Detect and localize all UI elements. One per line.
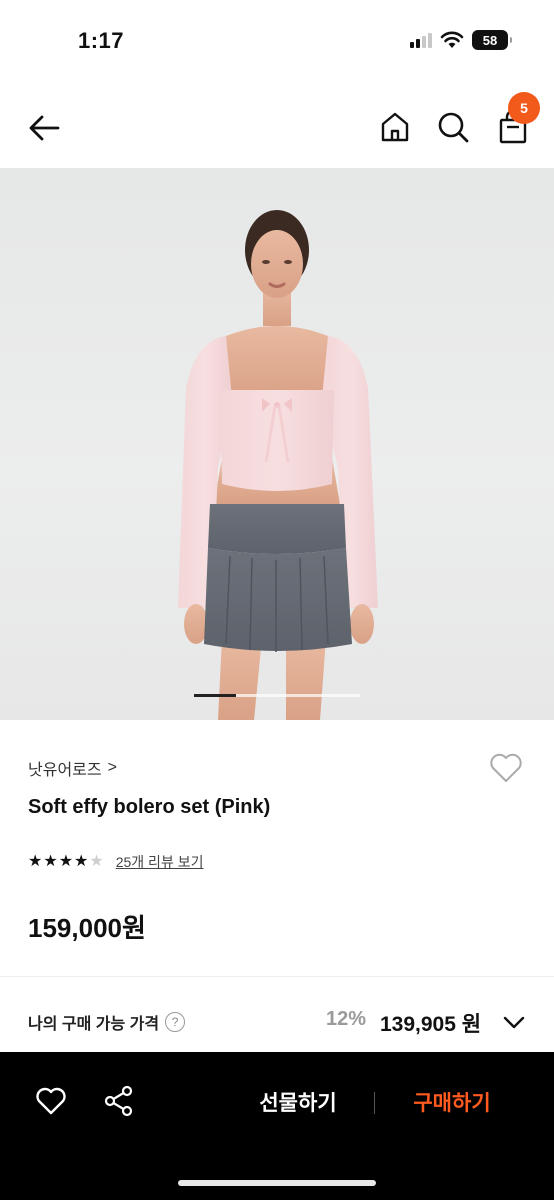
bottom-action-bar: 선물하기 구매하기 bbox=[0, 1052, 554, 1200]
product-title: Soft effy bolero set (Pink) bbox=[28, 796, 271, 818]
star-icon: ★ bbox=[28, 853, 43, 870]
share-icon[interactable] bbox=[102, 1084, 136, 1118]
home-indicator bbox=[178, 1180, 376, 1186]
my-price-row[interactable]: 나의 구매 가능 가격 ? 12% 139,905 원 bbox=[0, 990, 554, 1052]
discount-rate: 12% bbox=[326, 1008, 367, 1030]
product-image[interactable] bbox=[0, 168, 554, 720]
buy-button[interactable]: 구매하기 bbox=[392, 1082, 512, 1122]
help-icon[interactable]: ? bbox=[165, 1012, 186, 1032]
status-icons: 58 bbox=[410, 30, 512, 50]
star-icon: ★ bbox=[43, 853, 58, 870]
heart-icon[interactable] bbox=[34, 1084, 68, 1118]
review-link[interactable]: 25개 리뷰 보기 bbox=[116, 852, 204, 872]
my-price-label-group: 나의 구매 가능 가격 ? bbox=[28, 1010, 186, 1034]
gift-button[interactable]: 선물하기 bbox=[238, 1082, 358, 1122]
rating-stars: ★ ★ ★ ★ ★ bbox=[28, 854, 104, 870]
wishlist-heart-icon[interactable] bbox=[486, 748, 526, 788]
product-price: 159,000원 bbox=[28, 913, 146, 943]
star-icon: ★ bbox=[58, 853, 74, 870]
my-price-label: 나의 구매 가능 가격 bbox=[28, 1016, 160, 1033]
brand-name: 낫유어로즈 bbox=[28, 762, 102, 779]
back-arrow-icon[interactable] bbox=[24, 108, 64, 148]
final-price: 139,905 원 bbox=[380, 1013, 482, 1036]
chevron-down-icon[interactable] bbox=[500, 1008, 528, 1036]
home-icon[interactable] bbox=[376, 108, 414, 146]
status-bar: 1:17 58 bbox=[0, 0, 554, 80]
wifi-icon bbox=[440, 31, 464, 48]
cellular-signal-icon bbox=[410, 32, 432, 48]
status-time: 1:17 bbox=[78, 28, 125, 53]
rating-row: ★ ★ ★ ★ ★ 25개 리뷰 보기 bbox=[28, 852, 203, 872]
search-icon[interactable] bbox=[434, 108, 472, 146]
button-separator bbox=[374, 1092, 375, 1114]
top-nav bbox=[0, 86, 554, 168]
star-icon: ★ bbox=[89, 853, 104, 870]
cart-count-badge: 5 bbox=[508, 92, 540, 124]
brand-link[interactable]: 낫유어로즈 > bbox=[28, 756, 117, 780]
battery-icon: 58 bbox=[472, 30, 512, 50]
star-icon: ★ bbox=[74, 853, 89, 870]
chevron-right-icon: > bbox=[107, 759, 117, 776]
image-carousel-indicator-fill bbox=[194, 694, 236, 697]
model-photo bbox=[178, 210, 378, 720]
divider bbox=[0, 976, 554, 977]
image-carousel-indicator bbox=[194, 694, 360, 697]
